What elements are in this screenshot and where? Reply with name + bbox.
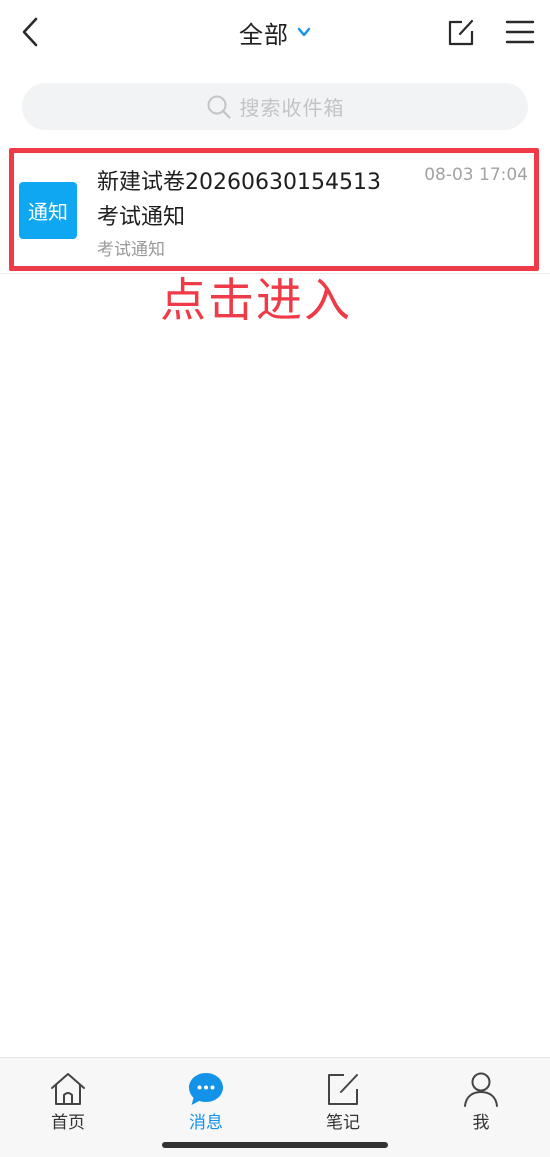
search-icon	[207, 95, 231, 119]
bottom-tab-bar: 首页 消息 笔记 我	[0, 1057, 550, 1157]
home-icon	[51, 1073, 85, 1105]
notification-avatar: 通知	[19, 182, 77, 239]
message-title-line2: 考试通知	[97, 205, 186, 230]
chat-bubble-icon	[189, 1073, 223, 1105]
tab-home-label: 首页	[51, 1113, 85, 1133]
menu-button[interactable]	[505, 19, 535, 45]
tab-me[interactable]: 我	[441, 1070, 521, 1134]
note-edit-icon	[328, 1074, 358, 1105]
chevron-down-icon	[297, 27, 311, 37]
search-input[interactable]: 搜索收件箱	[22, 83, 528, 130]
user-icon	[464, 1072, 498, 1107]
annotation-text: 点击进入	[160, 273, 352, 327]
tab-notes-label: 笔记	[326, 1113, 360, 1133]
search-placeholder: 搜索收件箱	[239, 96, 345, 120]
message-title: 新建试卷20260630154513	[97, 170, 381, 195]
avatar-label: 通知	[28, 200, 68, 224]
page-title: 全部	[239, 20, 289, 49]
home-indicator	[162, 1142, 388, 1148]
compose-icon	[448, 19, 474, 46]
tab-me-label: 我	[472, 1113, 490, 1133]
tab-messages[interactable]: 消息	[166, 1070, 246, 1134]
tab-notes[interactable]: 笔记	[303, 1070, 383, 1134]
tab-home[interactable]: 首页	[28, 1070, 108, 1134]
compose-button[interactable]	[446, 16, 476, 48]
message-preview: 考试通知	[97, 240, 165, 260]
top-bar: 全部	[0, 0, 550, 66]
tab-messages-label: 消息	[189, 1113, 223, 1133]
message-timestamp: 08-03 17:04	[424, 165, 528, 185]
hamburger-menu-icon	[505, 20, 535, 44]
